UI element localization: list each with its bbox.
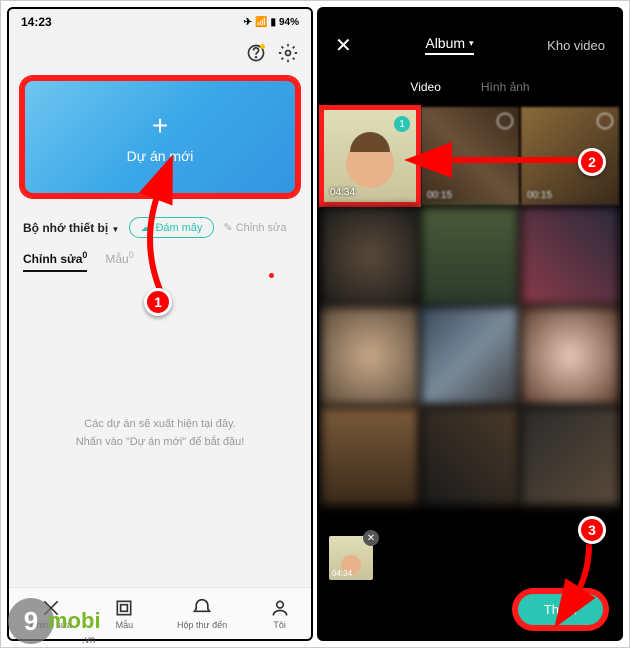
empty-message: Các dự án sẽ xuất hiện tại đây. Nhấn vào… (76, 416, 245, 451)
video-thumb-selected[interactable]: 1 04:34 (321, 107, 419, 205)
avatar-face (346, 140, 394, 188)
video-thumb[interactable] (321, 407, 419, 505)
tab-edit[interactable]: Chỉnh sửa0 (23, 250, 87, 272)
plus-icon: + (152, 110, 168, 142)
edit-toggle[interactable]: ✎ Chỉnh sửa (224, 221, 287, 234)
settings-icon[interactable] (277, 42, 299, 64)
album-dropdown[interactable]: Album ▾ (425, 35, 473, 55)
video-thumb[interactable] (421, 207, 519, 305)
arrow-2 (430, 140, 590, 185)
video-thumb[interactable] (321, 307, 419, 405)
media-type-tabs: Video Hình ảnh (319, 69, 621, 105)
arrow-3 (554, 540, 604, 615)
top-toolbar (9, 35, 311, 71)
step-badge-2: 2 (578, 148, 606, 176)
video-duration: 04:34 (330, 187, 355, 198)
video-thumb[interactable] (521, 307, 619, 405)
tab-image[interactable]: Hình ảnh (481, 80, 530, 94)
status-icons: ✈📶▮94% (244, 17, 299, 28)
empty-projects-area: Các dự án sẽ xuất hiện tại đây. Nhấn vào… (9, 280, 311, 587)
step-badge-3: 3 (578, 516, 606, 544)
video-thumb[interactable] (421, 307, 519, 405)
watermark: 9 mobi .vn (8, 598, 101, 644)
close-icon[interactable]: ✕ (335, 33, 352, 58)
storage-label[interactable]: Bộ nhớ thiết bị ▼ (23, 221, 119, 235)
chevron-down-icon: ▾ (469, 38, 474, 49)
nav-me[interactable]: Tôi (270, 598, 290, 630)
help-icon[interactable] (245, 42, 267, 64)
arrow-1 (130, 180, 190, 305)
watermark-text: mobi (48, 608, 101, 634)
selection-number: 1 (394, 116, 410, 132)
nav-template[interactable]: Mẫu (114, 598, 134, 630)
select-circle (597, 113, 613, 129)
video-thumb[interactable] (421, 407, 519, 505)
new-project-button[interactable]: + Dự án mới (21, 77, 299, 197)
nav-inbox[interactable]: Hộp thư đến (177, 598, 227, 630)
video-thumb[interactable] (521, 407, 619, 505)
notification-dot (269, 273, 274, 278)
selected-mini-thumb[interactable]: ✕ 04:34 (329, 536, 373, 580)
select-circle (497, 113, 513, 129)
watermark-suffix: .vn (82, 635, 95, 646)
mini-duration: 04:34 (332, 569, 352, 578)
stock-video-tab[interactable]: Kho video (547, 38, 605, 53)
status-bar: 14:23 ✈📶▮94% (9, 9, 311, 35)
new-project-label: Dự án mới (127, 148, 194, 164)
video-thumb[interactable] (321, 207, 419, 305)
step-badge-1: 1 (144, 288, 172, 316)
picker-topbar: ✕ Album ▾ Kho video (319, 21, 621, 69)
tab-video[interactable]: Video (410, 80, 440, 94)
video-thumb[interactable] (521, 207, 619, 305)
status-time: 14:23 (21, 15, 52, 29)
remove-selection-icon[interactable]: ✕ (363, 530, 379, 546)
left-phone-screen: 14:23 ✈📶▮94% + Dự án mới Bộ nhớ thiết bị… (7, 7, 313, 641)
